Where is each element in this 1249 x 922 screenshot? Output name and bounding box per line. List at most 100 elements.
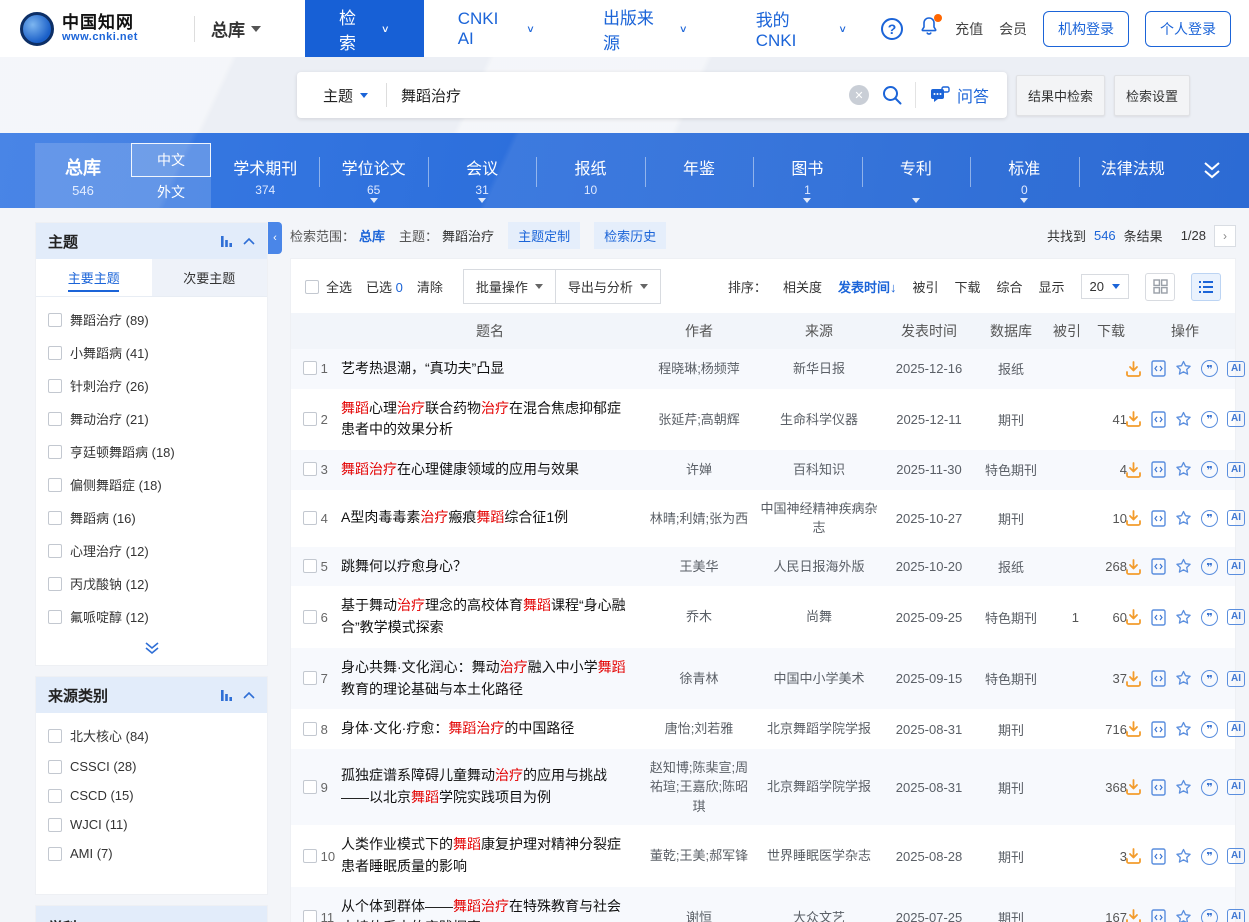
- row-checkbox[interactable]: [303, 559, 317, 573]
- ai-icon[interactable]: AI: [1227, 510, 1245, 526]
- subject-tab-主要主题[interactable]: 主要主题: [36, 259, 152, 296]
- ai-icon[interactable]: AI: [1227, 848, 1245, 864]
- row-checkbox[interactable]: [303, 671, 317, 685]
- result-source[interactable]: 世界睡眠医学杂志: [755, 825, 883, 886]
- result-title-link[interactable]: 孤独症谱系障碍儿童舞动治疗的应用与挑战——以北京舞蹈学院实践项目为例: [337, 749, 643, 826]
- sort-by-相关度[interactable]: 相关度: [783, 277, 822, 296]
- db-tab-报纸[interactable]: 报纸10: [536, 143, 644, 208]
- favorite-star-icon[interactable]: [1175, 461, 1192, 478]
- db-tab-法律法规[interactable]: 法律法规: [1079, 143, 1187, 208]
- subject-filter-option[interactable]: 丙戊酸钠 (12): [48, 567, 255, 600]
- result-source[interactable]: 大众文艺: [755, 887, 883, 922]
- bar-chart-icon[interactable]: [220, 688, 235, 702]
- result-title-link[interactable]: 舞蹈治疗在心理健康领域的应用与效果: [337, 450, 643, 490]
- subject-filter-option[interactable]: 偏侧舞蹈症 (18): [48, 468, 255, 501]
- library-switch-dropdown[interactable]: 总库: [211, 16, 261, 41]
- html-read-icon[interactable]: [1151, 909, 1166, 922]
- result-source[interactable]: 北京舞蹈学院学报: [755, 749, 883, 826]
- result-source[interactable]: 尚舞: [755, 586, 883, 647]
- clear-selection-button[interactable]: 清除: [417, 277, 443, 296]
- subject-filter-checkbox[interactable]: [48, 544, 62, 558]
- result-title-link[interactable]: 身心共舞·文化润心：舞动治疗融入中小学舞蹈教育的理论基础与本土化路径: [337, 648, 643, 709]
- subject-tab-次要主题[interactable]: 次要主题: [152, 259, 268, 296]
- subject-filter-checkbox[interactable]: [48, 511, 62, 525]
- collapse-panel-icon[interactable]: [243, 237, 255, 245]
- download-icon[interactable]: [1125, 779, 1142, 795]
- download-icon[interactable]: [1125, 909, 1142, 922]
- result-source[interactable]: 人民日报海外版: [755, 547, 883, 587]
- source-category-filter-option[interactable]: CSSCI (28): [48, 752, 255, 781]
- nav-item-检索[interactable]: 检索∨: [305, 0, 424, 57]
- quote-icon[interactable]: ❞: [1201, 461, 1218, 478]
- subject-filter-option[interactable]: 氟哌啶醇 (12): [48, 600, 255, 633]
- source-category-filter-option[interactable]: CSCD (15): [48, 781, 255, 810]
- html-read-icon[interactable]: [1151, 609, 1166, 626]
- result-title-link[interactable]: 跳舞何以疗愈身心？: [337, 547, 643, 587]
- source-category-filter-checkbox[interactable]: [48, 847, 62, 861]
- db-tab-图书[interactable]: 图书1: [753, 143, 861, 208]
- page-size-select[interactable]: 20: [1081, 274, 1129, 299]
- result-source[interactable]: 中国中小学美术: [755, 648, 883, 709]
- sidebar-collapse-handle[interactable]: ‹: [268, 222, 282, 254]
- favorite-star-icon[interactable]: [1175, 558, 1192, 575]
- result-authors[interactable]: 乔木: [643, 586, 755, 647]
- sort-by-发表时间[interactable]: 发表时间↓: [838, 277, 897, 296]
- db-tab-学术期刊[interactable]: 学术期刊374: [211, 143, 319, 208]
- ai-icon[interactable]: AI: [1227, 462, 1245, 478]
- subject-filter-option[interactable]: 舞蹈病 (16): [48, 501, 255, 534]
- html-read-icon[interactable]: [1151, 510, 1166, 527]
- download-icon[interactable]: [1125, 462, 1142, 478]
- select-all-control[interactable]: 全选: [305, 277, 352, 296]
- sort-by-被引[interactable]: 被引: [912, 277, 938, 296]
- subject-filter-option[interactable]: 心理治疗 (12): [48, 534, 255, 567]
- select-all-checkbox[interactable]: [305, 280, 319, 294]
- list-view-button[interactable]: [1191, 273, 1221, 301]
- result-authors[interactable]: 张延芹;高朝辉: [643, 389, 755, 450]
- subject-filter-checkbox[interactable]: [48, 313, 62, 327]
- favorite-star-icon[interactable]: [1175, 360, 1192, 377]
- subject-filter-option[interactable]: 亨廷顿舞蹈病 (18): [48, 435, 255, 468]
- scope-value[interactable]: 总库: [359, 226, 385, 245]
- show-more-subjects-icon[interactable]: [36, 635, 267, 665]
- export-analyze-button[interactable]: 导出与分析: [555, 269, 661, 304]
- search-field-dropdown[interactable]: 主题: [297, 85, 386, 106]
- quote-icon[interactable]: ❞: [1201, 558, 1218, 575]
- subject-filter-checkbox[interactable]: [48, 412, 62, 426]
- search-history-button[interactable]: 检索历史: [594, 222, 666, 249]
- favorite-star-icon[interactable]: [1175, 510, 1192, 527]
- subject-filter-checkbox[interactable]: [48, 478, 62, 492]
- ai-icon[interactable]: AI: [1227, 909, 1245, 922]
- result-title-link[interactable]: A型肉毒毒素治疗瘢痕舞蹈综合征1例: [337, 490, 643, 547]
- search-input[interactable]: [387, 87, 849, 104]
- result-authors[interactable]: 林晴;利婧;张为西: [643, 490, 755, 547]
- download-icon[interactable]: [1125, 609, 1142, 625]
- html-read-icon[interactable]: [1151, 848, 1166, 865]
- result-authors[interactable]: 唐怡;刘若雅: [643, 709, 755, 749]
- clear-search-icon[interactable]: ✕: [849, 85, 869, 105]
- quote-icon[interactable]: ❞: [1201, 670, 1218, 687]
- source-category-filter-option[interactable]: WJCI (11): [48, 810, 255, 839]
- download-icon[interactable]: [1125, 361, 1142, 377]
- result-source[interactable]: 新华日报: [755, 349, 883, 389]
- ai-icon[interactable]: AI: [1227, 779, 1245, 795]
- favorite-star-icon[interactable]: [1175, 779, 1192, 796]
- download-icon[interactable]: [1125, 411, 1142, 427]
- result-authors[interactable]: 谢恒: [643, 887, 755, 922]
- result-title-link[interactable]: 基于舞动治疗理念的高校体育舞蹈课程“身心融合”教学模式探索: [337, 586, 643, 647]
- help-icon[interactable]: ?: [881, 18, 903, 40]
- result-authors[interactable]: 许婵: [643, 450, 755, 490]
- result-source[interactable]: 生命科学仪器: [755, 389, 883, 450]
- quote-icon[interactable]: ❞: [1201, 848, 1218, 865]
- html-read-icon[interactable]: [1151, 360, 1166, 377]
- sort-by-下载[interactable]: 下载: [954, 277, 980, 296]
- db-tab-年鉴[interactable]: 年鉴: [645, 143, 753, 208]
- download-icon[interactable]: [1125, 721, 1142, 737]
- favorite-star-icon[interactable]: [1175, 721, 1192, 738]
- band-expand-chevron-icon[interactable]: [1187, 133, 1231, 208]
- quote-icon[interactable]: ❞: [1201, 909, 1218, 922]
- grid-view-button[interactable]: [1145, 273, 1175, 301]
- subject-filter-checkbox[interactable]: [48, 610, 62, 624]
- result-title-link[interactable]: 从个体到群体——舞蹈治疗在特殊教育与社会支持体系中的实践探索: [337, 887, 643, 922]
- result-title-link[interactable]: 舞蹈心理治疗联合药物治疗在混合焦虑抑郁症患者中的效果分析: [337, 389, 643, 450]
- search-in-results-button[interactable]: 结果中检索: [1016, 75, 1105, 116]
